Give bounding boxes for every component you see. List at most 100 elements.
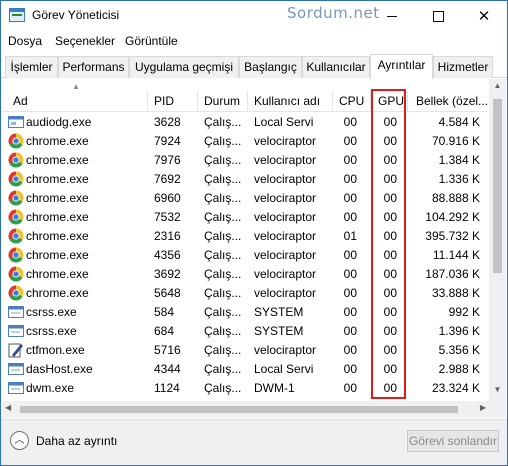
process-row[interactable]: chrome.exe 2316 Çalış... velociraptor 01 00 39… (2, 227, 489, 246)
scroll-left-icon[interactable]: ◀ (5, 403, 11, 412)
tab-services[interactable]: Hizmetler (433, 56, 493, 78)
process-pid: 7532 (154, 210, 181, 224)
system-process-icon (8, 361, 24, 377)
maximize-button[interactable] (415, 1, 461, 31)
process-cpu: 00 (343, 305, 357, 319)
process-pid: 4356 (154, 248, 181, 262)
process-memory: 11.144 K (432, 248, 480, 262)
minimize-button[interactable] (369, 1, 415, 31)
process-name: csrss.exe (26, 324, 77, 338)
horizontal-scrollbar[interactable]: ◀ ▶ (2, 401, 489, 418)
horizontal-scroll-thumb[interactable] (20, 406, 458, 413)
process-cpu: 01 (343, 229, 357, 243)
column-divider[interactable] (247, 91, 248, 112)
chrome-icon (8, 228, 24, 244)
task-manager-icon (9, 8, 25, 22)
process-row[interactable]: chrome.exe 4356 Çalış... velociraptor 00 00 11… (2, 246, 489, 265)
process-status: Çalış... (204, 343, 242, 357)
column-status[interactable]: Durum (204, 94, 240, 108)
tab-startup[interactable]: Başlangıç (239, 56, 302, 78)
column-divider[interactable] (332, 91, 333, 112)
vertical-scroll-thumb[interactable] (493, 99, 502, 273)
process-status: Çalış... (204, 324, 242, 338)
process-row[interactable]: dasHost.exe 4344 Çalış... Local Servi 00 00 2.… (2, 360, 489, 379)
column-divider[interactable] (407, 91, 408, 112)
process-username: SYSTEM (254, 305, 304, 319)
process-username: velociraptor (254, 191, 317, 205)
tab-app-history[interactable]: Uygulama geçmişi (129, 56, 239, 78)
fewer-details-link[interactable]: Daha az ayrıntı (36, 434, 117, 448)
process-name: ctfmon.exe (26, 343, 85, 357)
column-pid[interactable]: PID (154, 94, 174, 108)
chrome-icon (8, 266, 24, 282)
close-icon: ✕ (477, 7, 491, 25)
process-row[interactable]: chrome.exe 7692 Çalış... velociraptor 00 00 1.… (2, 170, 489, 189)
process-row[interactable]: dwm.exe 1124 Çalış... DWM-1 00 00 23.324 K (2, 379, 489, 398)
tab-processes[interactable]: İşlemler (5, 56, 58, 78)
process-pid: 5716 (154, 343, 181, 357)
menu-options[interactable]: Seçenekler (55, 34, 115, 48)
column-cpu[interactable]: CPU (339, 94, 364, 108)
chrome-icon (8, 190, 24, 206)
tab-strip: İşlemler Performans Uygulama geçmişi Baş… (1, 54, 507, 79)
process-status: Çalış... (204, 229, 242, 243)
process-username: velociraptor (254, 153, 317, 167)
process-cpu: 00 (343, 248, 357, 262)
process-row[interactable]: csrss.exe 684 Çalış... SYSTEM 00 00 1.396 K (2, 322, 489, 341)
process-pid: 584 (154, 305, 175, 319)
process-row[interactable]: chrome.exe 7924 Çalış... velociraptor 00 00 70… (2, 132, 489, 151)
minimize-icon (387, 15, 397, 17)
process-status: Çalış... (204, 115, 242, 129)
close-button[interactable]: ✕ (461, 1, 507, 31)
menu-view[interactable]: Görüntüle (125, 34, 178, 48)
process-row[interactable]: chrome.exe 5648 Çalış... velociraptor 00 00 33… (2, 284, 489, 303)
vertical-scrollbar[interactable]: ▲ ▼ (489, 79, 506, 401)
process-row[interactable]: chrome.exe 7532 Çalış... velociraptor 00 00 10… (2, 208, 489, 227)
details-list[interactable]: ▲ Ad PID Durum Kullanıcı adı CPU GPU Bel… (2, 79, 506, 401)
column-name[interactable]: Ad (13, 94, 28, 108)
process-name: chrome.exe (26, 153, 89, 167)
scroll-down-icon[interactable]: ▼ (489, 385, 506, 399)
process-cpu: 00 (343, 210, 357, 224)
process-cpu: 00 (343, 134, 357, 148)
process-name: chrome.exe (26, 191, 89, 205)
process-row[interactable]: ctfmon.exe 5716 Çalış... velociraptor 00 00 5.… (2, 341, 489, 360)
chrome-icon (8, 152, 24, 168)
title-bar[interactable]: Görev Yöneticisi Sordum.net ✕ (1, 1, 507, 31)
gpu-column-highlight (371, 89, 406, 399)
chevron-up-icon[interactable]: ︿ (10, 431, 29, 450)
chrome-icon (8, 133, 24, 149)
column-memory[interactable]: Bellek (özel... (416, 94, 488, 108)
process-name: dasHost.exe (26, 362, 93, 376)
process-cpu: 00 (343, 153, 357, 167)
tab-users[interactable]: Kullanıcılar (302, 56, 370, 78)
column-username[interactable]: Kullanıcı adı (254, 94, 320, 108)
column-divider[interactable] (197, 91, 198, 112)
process-row[interactable]: audiodg.exe 3628 Çalış... Local Servi 00 00 4.… (2, 113, 489, 132)
process-pid: 4344 (154, 362, 181, 376)
system-process-icon (8, 380, 24, 396)
process-row[interactable]: csrss.exe 584 Çalış... SYSTEM 00 00 992 K (2, 303, 489, 322)
menu-file[interactable]: Dosya (8, 34, 42, 48)
scroll-right-icon[interactable]: ▶ (480, 403, 486, 412)
process-memory: 1.384 K (438, 153, 480, 167)
column-divider[interactable] (147, 91, 148, 112)
maximize-icon (432, 10, 444, 22)
process-username: velociraptor (254, 286, 317, 300)
chrome-icon (8, 171, 24, 187)
process-memory: 1.336 K (438, 172, 480, 186)
end-task-button[interactable]: Görevi sonlandır (407, 430, 499, 452)
process-row[interactable]: chrome.exe 7976 Çalış... velociraptor 00 00 1.… (2, 151, 489, 170)
tab-details[interactable]: Ayrıntılar (370, 54, 433, 79)
column-header-row: ▲ Ad PID Durum Kullanıcı adı CPU GPU Bel… (2, 79, 489, 112)
process-memory: 5.356 K (438, 343, 480, 357)
process-row[interactable]: chrome.exe 6960 Çalış... velociraptor 00 00 88… (2, 189, 489, 208)
process-status: Çalış... (204, 286, 242, 300)
process-cpu: 00 (343, 343, 357, 357)
process-status: Çalış... (204, 267, 242, 281)
scroll-up-icon[interactable]: ▲ (489, 81, 506, 95)
process-row[interactable]: chrome.exe 3692 Çalış... velociraptor 00 00 18… (2, 265, 489, 284)
process-pid: 7924 (154, 134, 181, 148)
process-username: velociraptor (254, 229, 317, 243)
tab-performance[interactable]: Performans (58, 56, 129, 78)
